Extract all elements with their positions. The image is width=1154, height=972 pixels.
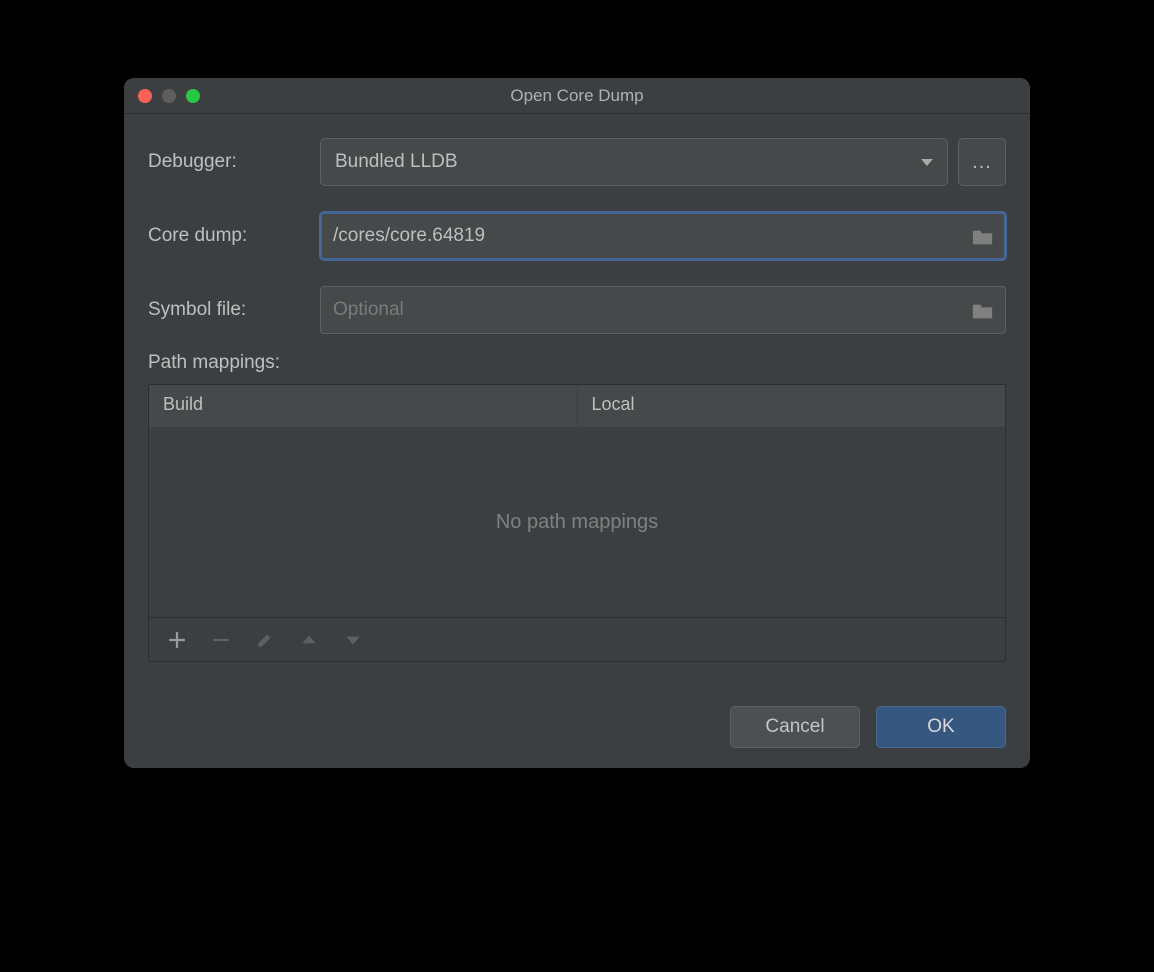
move-down-button[interactable]	[343, 630, 363, 650]
pathmappings-table: Build Local No path mappings	[148, 384, 1006, 662]
debugger-more-button[interactable]: ...	[958, 138, 1006, 186]
add-button[interactable]	[167, 630, 187, 650]
coredump-label: Core dump:	[148, 225, 306, 247]
chevron-down-icon	[921, 159, 933, 166]
minimize-window-button[interactable]	[162, 89, 176, 103]
dialog-footer: Cancel OK	[148, 706, 1006, 748]
debugger-value: Bundled LLDB	[335, 151, 458, 173]
debugger-row: Debugger: Bundled LLDB ...	[148, 138, 1006, 186]
close-window-button[interactable]	[138, 89, 152, 103]
debugger-select[interactable]: Bundled LLDB	[320, 138, 948, 186]
debugger-label: Debugger:	[148, 151, 306, 173]
table-toolbar	[149, 617, 1005, 661]
symbolfile-input[interactable]	[320, 286, 1006, 334]
coredump-row: Core dump:	[148, 212, 1006, 260]
titlebar: Open Core Dump	[124, 78, 1030, 114]
zoom-window-button[interactable]	[186, 89, 200, 103]
symbolfile-label: Symbol file:	[148, 299, 306, 321]
column-local[interactable]: Local	[578, 385, 1006, 427]
ok-button[interactable]: OK	[876, 706, 1006, 748]
pathmappings-label: Path mappings:	[148, 352, 1006, 374]
symbolfile-row: Symbol file:	[148, 286, 1006, 334]
remove-button[interactable]	[211, 630, 231, 650]
cancel-button[interactable]: Cancel	[730, 706, 860, 748]
edit-button[interactable]	[255, 630, 275, 650]
table-body-empty: No path mappings	[149, 427, 1005, 617]
move-up-button[interactable]	[299, 630, 319, 650]
column-build[interactable]: Build	[149, 385, 578, 427]
window-controls	[138, 89, 200, 103]
coredump-input[interactable]	[320, 212, 1006, 260]
dialog-content: Debugger: Bundled LLDB ... Core dump: Sy…	[124, 114, 1030, 768]
window-title: Open Core Dump	[124, 86, 1030, 106]
open-core-dump-dialog: Open Core Dump Debugger: Bundled LLDB ..…	[124, 78, 1030, 768]
table-header: Build Local	[149, 385, 1005, 427]
